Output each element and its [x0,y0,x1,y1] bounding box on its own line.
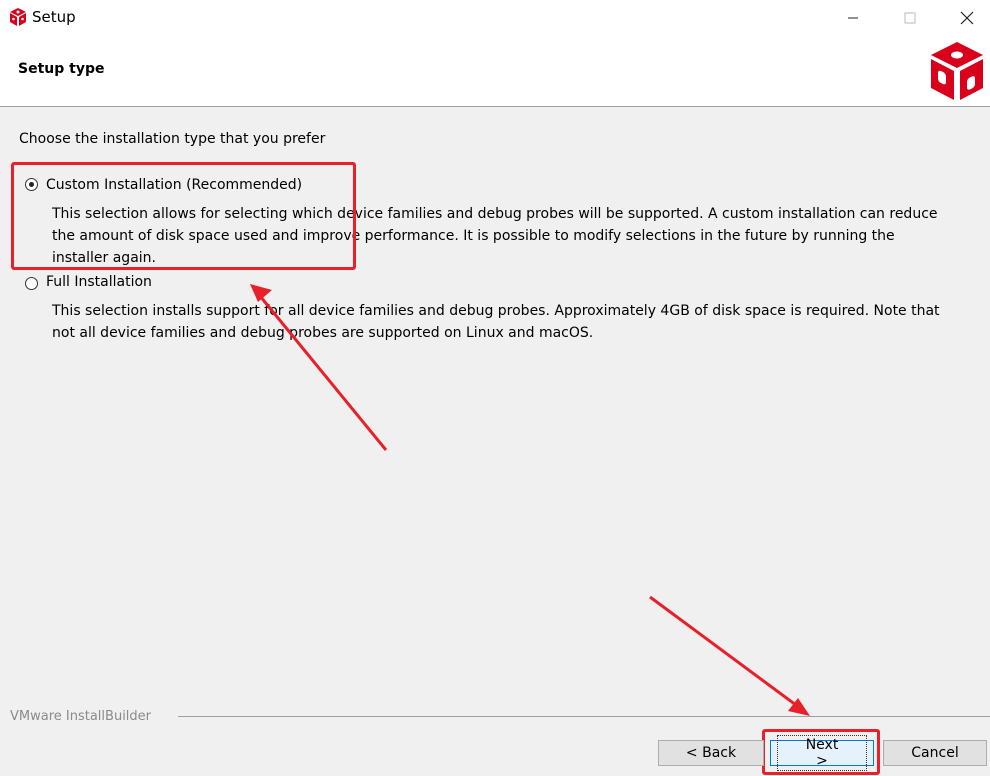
close-icon [960,11,974,25]
cancel-button-label: Cancel [911,745,959,761]
page-title: Setup type [18,61,105,77]
maximize-button[interactable] [887,0,933,36]
minimize-button[interactable] [830,0,876,36]
full-installation-radio[interactable] [25,277,38,290]
instruction-text: Choose the installation type that you pr… [19,131,326,147]
title-bar: Setup [0,0,990,36]
page-header: Setup type [0,36,990,107]
window-title: Setup [32,8,76,26]
description-line: not all device families and debug probes… [52,325,594,341]
installer-logo-icon [931,42,983,100]
app-logo-icon [10,8,26,26]
back-button-label: < Back [685,745,737,761]
description-line: This selection installs support for all … [52,303,940,319]
maximize-icon [904,12,916,24]
next-button-label: Next > [777,735,867,771]
minimize-icon [848,17,858,19]
next-button[interactable]: Next > [770,735,874,771]
annotation-arrow [649,595,810,716]
back-button[interactable]: < Back [658,740,764,766]
full-installation-label: Full Installation [46,274,152,290]
full-installation-description: This selection installs support for all … [52,300,940,344]
installer-brand-label: VMware InstallBuilder [10,709,152,724]
annotation-arrows [250,284,810,716]
cancel-button[interactable]: Cancel [883,740,987,766]
close-button[interactable] [944,0,990,36]
footer-divider [178,716,990,717]
annotation-highlight-box [11,162,356,270]
